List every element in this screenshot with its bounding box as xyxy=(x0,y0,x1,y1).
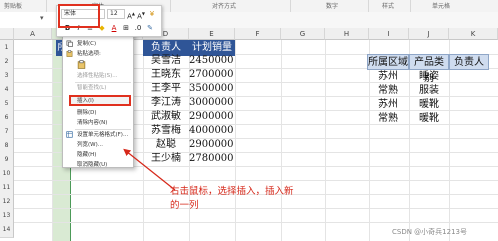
table-cell-owner[interactable]: 王晓东 xyxy=(143,68,189,82)
ribbon-group-clipboard: 剪贴板 xyxy=(4,3,23,10)
column-header-j[interactable]: J xyxy=(409,28,449,40)
table-cell-owner[interactable]: 苏雪梅 xyxy=(143,124,189,138)
right-table-cell-region[interactable]: 苏州 xyxy=(367,70,409,84)
name-box[interactable] xyxy=(0,12,60,28)
increase-font-icon[interactable]: A▲ xyxy=(127,9,135,20)
decrease-font-icon[interactable]: A▼ xyxy=(137,9,145,20)
table-cell-owner[interactable]: 李江涛 xyxy=(143,96,189,110)
menu-item-format-cells[interactable]: 设置单元格格式(F)... xyxy=(63,130,133,140)
annotation-text: 右击鼠标，选择插入，插入新的一列 xyxy=(170,186,294,211)
table-cell-sales[interactable]: 2700000 xyxy=(189,68,235,82)
chevron-down-icon[interactable]: ▾ xyxy=(40,14,44,22)
menu-item-smart-lookup[interactable]: 智能查找(L) xyxy=(63,83,133,93)
grid-line xyxy=(14,180,498,181)
column-header-h[interactable]: H xyxy=(325,28,369,40)
ribbon-separator xyxy=(368,0,369,12)
font-color-icon[interactable]: A xyxy=(109,23,119,33)
bold-italic-highlight xyxy=(58,4,100,28)
watermark: CSDN @小奇兵1213号 xyxy=(392,228,467,236)
table-cell-owner[interactable]: 王李平 xyxy=(143,82,189,96)
right-table-header-region[interactable]: 所属区域 xyxy=(367,54,409,70)
right-table-cell-category[interactable]: 暖靴 xyxy=(409,98,449,112)
grid-line xyxy=(14,222,498,223)
menu-item-insert[interactable]: 插入(I) xyxy=(63,96,133,106)
table-cell-sales[interactable]: 2450000 xyxy=(189,54,235,68)
column-header-k[interactable]: K xyxy=(449,28,498,40)
menu-item-clear-contents[interactable]: 清除内容(N) xyxy=(63,118,133,128)
right-table-header-category[interactable]: 产品类别 xyxy=(409,54,449,84)
right-table-cell-region[interactable]: 常熟 xyxy=(367,112,409,126)
menu-item-delete[interactable]: 删除(D) xyxy=(63,108,133,118)
grid-line xyxy=(449,40,450,241)
column-header-f[interactable]: F xyxy=(235,28,281,40)
table-cell-sales[interactable]: 2780000 xyxy=(189,152,235,166)
ribbon-group-number: 数字 xyxy=(326,3,339,10)
right-table-cell-category[interactable]: 服装 xyxy=(409,84,449,98)
font-size-box[interactable]: 12 xyxy=(107,9,125,19)
right-table-cell-region[interactable]: 苏州 xyxy=(367,98,409,112)
table-cell-owner[interactable]: 武淑敏 xyxy=(143,110,189,124)
menu-item-copy[interactable]: 复制(C) xyxy=(63,39,133,49)
grid-line xyxy=(325,40,326,241)
ribbon-group-alignment: 对齐方式 xyxy=(212,3,237,10)
ribbon-separator xyxy=(410,0,411,12)
right-table-cell-region[interactable]: 常熟 xyxy=(367,84,409,98)
decimal-icon[interactable]: .0 xyxy=(133,23,143,33)
table-cell-sales[interactable]: 3000000 xyxy=(189,96,235,110)
table-cell-sales[interactable]: 2900000 xyxy=(189,110,235,124)
ribbon-separator xyxy=(290,0,291,12)
right-table-header-owner[interactable]: 负责人 xyxy=(449,54,489,70)
table-cell-sales[interactable]: 2900000 xyxy=(189,138,235,152)
table-cell-owner[interactable]: 吴雪洁 xyxy=(143,54,189,68)
right-table-cell-category[interactable]: 睡姿 xyxy=(409,70,449,84)
table-cell-sales[interactable]: 3500000 xyxy=(189,82,235,96)
column-header-g[interactable]: G xyxy=(281,28,325,40)
ribbon-group-cells: 单元格 xyxy=(432,3,451,10)
currency-icon[interactable]: ¥ xyxy=(147,9,157,19)
select-all-corner[interactable] xyxy=(0,28,14,40)
grid-line xyxy=(52,40,53,241)
border-icon[interactable]: ⊞ xyxy=(121,23,131,33)
menu-item-paste-special[interactable]: 选择性粘贴(S)... xyxy=(63,71,133,81)
format-painter-icon[interactable]: ✎ xyxy=(145,23,155,33)
table-cell-sales[interactable]: 4000000 xyxy=(189,124,235,138)
right-table-cell-category[interactable]: 暖靴 xyxy=(409,112,449,126)
paste-clipboard-icon[interactable] xyxy=(77,60,86,69)
menu-item-paste-options: 粘贴选项: xyxy=(77,51,101,57)
row-header[interactable]: 14 xyxy=(0,222,14,238)
column-header-a[interactable]: A xyxy=(14,28,52,40)
column-header-i[interactable]: I xyxy=(369,28,409,40)
ribbon-separator xyxy=(170,0,171,12)
column-header-e[interactable]: E xyxy=(189,28,235,40)
ribbon-group-styles: 样式 xyxy=(382,3,395,10)
ribbon-separator xyxy=(46,0,47,12)
